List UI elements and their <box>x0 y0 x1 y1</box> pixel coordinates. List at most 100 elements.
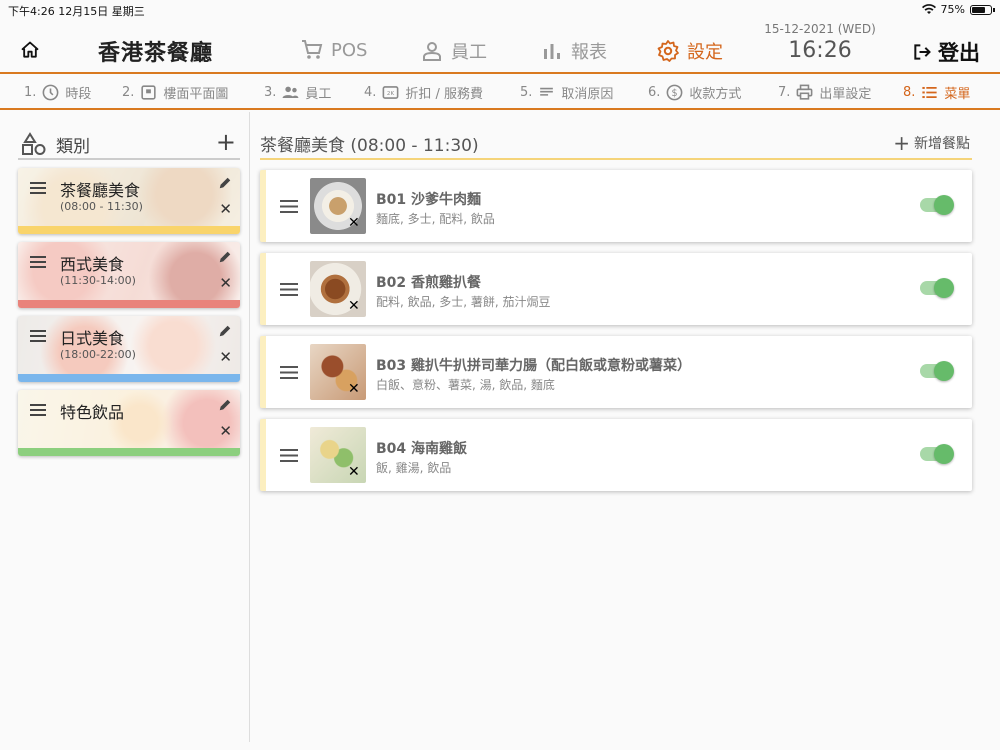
step-discount[interactable]: 4. 2K 折扣 / 服務費 <box>364 83 483 102</box>
close-icon[interactable]: ✕ <box>219 274 232 292</box>
drag-handle-icon[interactable] <box>30 182 46 194</box>
step-floor-plan[interactable]: 2. 樓面平面圖 <box>122 83 228 102</box>
list-icon <box>922 86 938 99</box>
nav-pos[interactable]: POS <box>300 38 367 62</box>
step-label: 員工 <box>305 87 332 102</box>
step-payment[interactable]: 6. $ 收款方式 <box>648 83 741 102</box>
category-time: (08:00 - 11:30) <box>60 200 143 213</box>
step-cancel-reasons[interactable]: 5. 取消原因 <box>520 83 613 102</box>
pencil-icon[interactable] <box>218 398 232 412</box>
nav-reports[interactable]: 報表 <box>540 38 607 64</box>
step-label: 菜單 <box>944 87 971 102</box>
nav-settings[interactable]: 設定 <box>656 38 723 64</box>
step-number: 3. <box>264 85 277 100</box>
close-icon[interactable]: ✕ <box>219 422 232 440</box>
menu-item-card[interactable]: ✕ B03 雞扒牛扒拼司華力腸（配白飯或意粉或薯菜） 白飯、意粉、薯菜, 湯, … <box>260 336 972 408</box>
status-bar: 下午4:26 12月15日 星期三 75% <box>0 0 1000 20</box>
floor-plan-icon <box>141 85 157 100</box>
add-menu-item-button[interactable]: + 新增餐點 <box>893 133 970 153</box>
clock: 15-12-2021 (WED) 16:26 <box>762 22 878 63</box>
drag-handle-icon[interactable] <box>30 256 46 268</box>
enable-toggle[interactable] <box>920 444 954 464</box>
drag-handle-icon[interactable] <box>280 449 298 462</box>
pencil-icon[interactable] <box>218 176 232 190</box>
category-name: 西式美食 <box>60 255 125 274</box>
nav-staff[interactable]: 員工 <box>420 38 487 64</box>
nav-pos-label: POS <box>331 39 368 61</box>
category-color-strip <box>18 226 240 234</box>
step-label: 折扣 / 服務費 <box>405 87 484 102</box>
menu-item-card[interactable]: ✕ B02 香煎雞扒餐 配料, 飲品, 多士, 薯餅, 茄汁焗豆 <box>260 253 972 325</box>
pencil-icon[interactable] <box>218 250 232 264</box>
step-number: 8. <box>903 85 916 100</box>
drag-handle-icon[interactable] <box>280 283 298 296</box>
step-label: 樓面平面圖 <box>163 87 229 102</box>
step-label: 出單設定 <box>819 87 872 102</box>
category-card[interactable]: 特色飲品 ✕ <box>18 390 240 456</box>
menu-item-card[interactable]: ✕ B01 沙爹牛肉麵 麵底, 多士, 配料, 飲品 <box>260 170 972 242</box>
menu-item-name: B04 海南雞飯 <box>376 441 468 457</box>
drag-handle-icon[interactable] <box>30 404 46 416</box>
step-number: 4. <box>364 85 377 100</box>
category-name: 特色飲品 <box>60 403 125 422</box>
step-menu[interactable]: 8. 菜單 <box>903 83 970 102</box>
step-label: 取消原因 <box>561 87 614 102</box>
plus-icon: + <box>893 131 910 155</box>
category-card[interactable]: 茶餐廳美食 (08:00 - 11:30) ✕ <box>18 168 240 234</box>
remove-image-icon[interactable]: ✕ <box>348 298 360 314</box>
battery-percent: 75% <box>940 3 965 16</box>
menu-item-name: B01 沙爹牛肉麵 <box>376 192 482 208</box>
enable-toggle[interactable] <box>920 361 954 381</box>
step-number: 1. <box>24 85 37 100</box>
category-card[interactable]: 西式美食 (11:30-14:00) ✕ <box>18 242 240 308</box>
app-header: 香港茶餐廳 POS 員工 報表 設定 15-12-2021 (WED) 16:2… <box>0 20 1000 74</box>
drag-handle-icon[interactable] <box>280 366 298 379</box>
add-menu-item-label: 新增餐點 <box>914 136 970 152</box>
category-name: 茶餐廳美食 <box>60 181 141 200</box>
menu-item-name: B03 雞扒牛扒拼司華力腸（配白飯或意粉或薯菜） <box>376 358 692 374</box>
people-icon <box>282 86 299 99</box>
enable-toggle[interactable] <box>920 278 954 298</box>
category-card[interactable]: 日式美食 (18:00-22:00) ✕ <box>18 316 240 382</box>
remove-image-icon[interactable]: ✕ <box>348 215 360 231</box>
step-number: 5. <box>520 85 533 100</box>
step-staff[interactable]: 3. 員工 <box>264 83 331 102</box>
category-title: 類別 <box>56 137 90 157</box>
home-icon[interactable] <box>20 40 40 60</box>
add-category-button[interactable]: + <box>216 128 236 156</box>
category-name: 日式美食 <box>60 329 125 348</box>
logout-label: 登出 <box>938 41 980 65</box>
logout-icon <box>914 44 931 60</box>
category-color-strip <box>18 448 240 456</box>
drag-handle-icon[interactable] <box>30 330 46 342</box>
remove-image-icon[interactable]: ✕ <box>348 464 360 480</box>
settings-steps: 1. 時段 2. 樓面平面圖 3. 員工 4. 2K 折扣 / 服務費 5. 取… <box>0 76 1000 110</box>
menu-header: 茶餐廳美食 (08:00 - 11:30) + 新增餐點 <box>260 130 972 160</box>
category-color-strip <box>18 374 240 382</box>
logout-button[interactable]: 登出 <box>912 37 980 67</box>
menu-item-options: 白飯、意粉、薯菜, 湯, 飲品, 麵底 <box>376 378 555 392</box>
step-time-slots[interactable]: 1. 時段 <box>24 83 91 102</box>
enable-toggle[interactable] <box>920 195 954 215</box>
battery-icon <box>970 4 995 15</box>
pencil-icon[interactable] <box>218 324 232 338</box>
menu-item-options: 飯, 雞湯, 飲品 <box>376 461 452 475</box>
discount-icon: 2K <box>382 86 399 99</box>
category-time: (18:00-22:00) <box>60 348 136 361</box>
nav-staff-label: 員工 <box>451 42 487 63</box>
close-icon[interactable]: ✕ <box>219 348 232 366</box>
current-time: 16:26 <box>788 38 852 63</box>
cart-icon <box>302 40 323 59</box>
category-sidebar: 類別 + 茶餐廳美食 (08:00 - 11:30) ✕ 西式美食 (11:30… <box>0 112 250 742</box>
close-icon[interactable]: ✕ <box>219 200 232 218</box>
wifi-icon <box>921 4 936 15</box>
menu-item-card[interactable]: ✕ B04 海南雞飯 飯, 雞湯, 飲品 <box>260 419 972 491</box>
step-printing[interactable]: 7. 出單設定 <box>778 83 871 102</box>
drag-handle-icon[interactable] <box>280 200 298 213</box>
notes-icon <box>540 87 554 96</box>
remove-image-icon[interactable]: ✕ <box>348 381 360 397</box>
category-header: 類別 + <box>18 128 240 160</box>
printer-icon <box>796 84 813 100</box>
step-label: 時段 <box>65 87 92 102</box>
category-time: (11:30-14:00) <box>60 274 136 287</box>
